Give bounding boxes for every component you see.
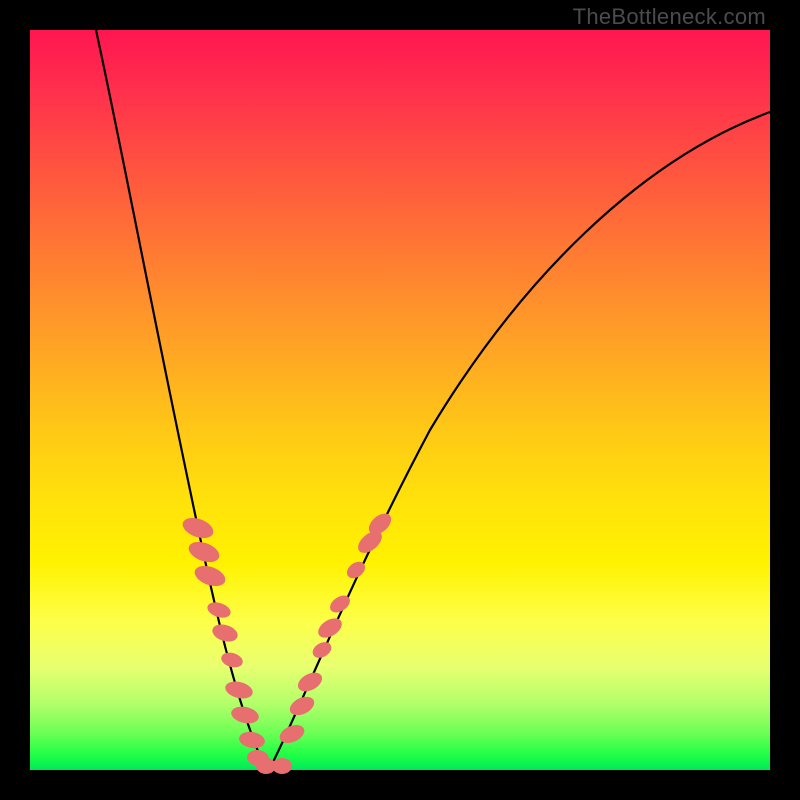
bead-marker <box>238 730 266 750</box>
bead-marker <box>186 538 222 566</box>
bead-marker <box>210 622 240 645</box>
chart-svg <box>30 30 770 770</box>
chart-frame <box>30 30 770 770</box>
bead-markers <box>180 509 395 774</box>
bead-marker <box>219 650 244 670</box>
curve-right-branch <box>270 112 770 768</box>
bead-marker <box>310 639 334 661</box>
bead-marker <box>223 679 254 701</box>
bead-marker <box>180 514 216 542</box>
watermark-text: TheBottleneck.com <box>573 4 766 30</box>
bead-marker <box>272 758 292 774</box>
bead-marker <box>230 704 261 725</box>
bead-marker <box>295 669 325 695</box>
